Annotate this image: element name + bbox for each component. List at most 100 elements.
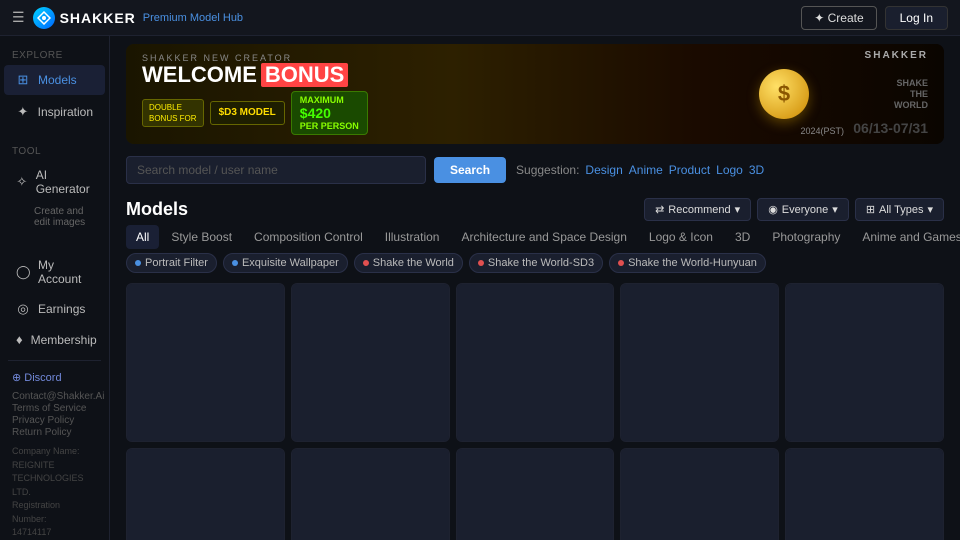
suggestion-product[interactable]: Product [669,163,710,177]
company-name-label: Company Name: [12,445,97,459]
tab-all[interactable]: All [126,225,159,249]
account-icon: ◯ [16,264,30,280]
terms-link[interactable]: Terms of Service [12,403,97,414]
filter-shake-hunyuan[interactable]: Shake the World-Hunyuan [609,253,766,273]
table-row[interactable] [456,283,615,442]
table-row[interactable] [785,283,944,442]
sidebar-item-account-label: My Account [38,258,93,286]
tab-architecture[interactable]: Architecture and Space Design [451,225,636,249]
models-header: Models ⇄ Recommend ▾ ◉ Everyone ▾ ⊞ All … [110,190,960,225]
filter-shake-label: Shake the World [373,257,454,269]
suggestion-anime[interactable]: Anime [629,163,663,177]
login-button[interactable]: Log In [885,6,948,30]
banner-model-pill: $D3 MODEL [210,101,285,125]
tab-3d[interactable]: 3D [725,225,760,249]
main-content: SHAKKER SHAKKER NEW CREATOR WELCOME BONU… [110,36,960,540]
hamburger-icon[interactable]: ☰ [12,9,25,26]
card-image [621,449,778,540]
all-types-label: All Types [879,204,923,216]
logo: SHAKKER Premium Model Hub [33,7,244,29]
banner-welcome-text: WELCOME [142,64,257,86]
company-name: REIGNITE TECHNOLOGIES LTD. [12,459,97,500]
card-image [457,284,614,441]
filter-wallpaper-label: Exquisite Wallpaper [242,257,339,269]
search-button[interactable]: Search [434,157,506,183]
models-controls: ⇄ Recommend ▾ ◉ Everyone ▾ ⊞ All Types ▾ [644,198,944,221]
banner-content: SHAKKER NEW CREATOR WELCOME BONUS DOUBLE… [126,53,384,135]
registration-no: 14714117 [12,526,97,540]
sidebar-item-models-label: Models [38,73,77,87]
tab-photography[interactable]: Photography [762,225,850,249]
search-input[interactable] [126,156,426,184]
recommend-chevron: ▾ [735,203,741,216]
everyone-chevron: ▾ [832,203,838,216]
recommend-button[interactable]: ⇄ Recommend ▾ [644,198,751,221]
topbar: ☰ SHAKKER Premium Model Hub ✦ Create Log… [0,0,960,36]
card-image [292,284,449,441]
tab-style-boost[interactable]: Style Boost [161,225,242,249]
suggestion-logo[interactable]: Logo [716,163,743,177]
tab-anime[interactable]: Anime and Games [852,225,960,249]
logo-sub: Premium Model Hub [143,12,243,24]
person-icon: ◉ [768,203,778,216]
suggestion-3d[interactable]: 3D [749,163,764,177]
all-types-chevron: ▾ [927,203,933,216]
models-icon: ⊞ [16,72,30,88]
sidebar-item-inspiration[interactable]: ✦ Inspiration [4,97,105,127]
sidebar-item-inspiration-label: Inspiration [38,105,93,119]
card-image [786,284,943,441]
table-row[interactable] [785,448,944,540]
table-row[interactable] [126,283,285,442]
footer-info: Company Name: REIGNITE TECHNOLOGIES LTD.… [0,441,109,540]
card-image [621,284,778,441]
table-row[interactable] [620,283,779,442]
models-grid [110,277,960,540]
sidebar-item-membership-label: Membership [31,333,97,347]
tabs-row: All Style Boost Composition Control Illu… [110,225,960,249]
filter-sd3-label: Shake the World-SD3 [488,257,594,269]
table-row[interactable] [291,448,450,540]
filter-shake-world[interactable]: Shake the World [354,253,463,273]
card-image [786,449,943,540]
table-row[interactable] [456,448,615,540]
footer-links: Contact@Shakker.Ai Terms of Service Priv… [0,388,109,441]
suggestion-design[interactable]: Design [585,163,622,177]
membership-icon: ♦ [16,332,23,347]
card-image [127,449,284,540]
layout: Explore ⊞ Models ✦ Inspiration Tool ✧ AI… [0,36,960,540]
table-row[interactable] [291,283,450,442]
filter-wallpaper[interactable]: Exquisite Wallpaper [223,253,348,273]
everyone-button[interactable]: ◉ Everyone ▾ [757,198,849,221]
sliders-icon: ⇄ [655,203,664,216]
privacy-link[interactable]: Privacy Policy [12,415,97,426]
table-row[interactable] [126,448,285,540]
banner-shakker-logo: SHAKKER [865,50,928,61]
sidebar-item-ai-generator[interactable]: ✧ AI Generator [4,161,105,203]
filter-portrait[interactable]: Portrait Filter [126,253,217,273]
filter-shake-sd3[interactable]: Shake the World-SD3 [469,253,603,273]
discord-link[interactable]: ⊕ Discord [0,367,109,388]
banner[interactable]: SHAKKER SHAKKER NEW CREATOR WELCOME BONU… [126,44,944,144]
tab-composition[interactable]: Composition Control [244,225,373,249]
banner-date: 06/13-07/31 [853,120,928,136]
create-button[interactable]: ✦ Create [801,6,876,30]
sidebar-item-my-account[interactable]: ◯ My Account [4,251,105,293]
earnings-icon: ◎ [16,301,30,317]
all-types-button[interactable]: ⊞ All Types ▾ [855,198,944,221]
discord-icon: ⊕ [12,372,24,384]
suggestion-label: Suggestion: [516,163,579,177]
sidebar-item-earnings[interactable]: ◎ Earnings [4,294,105,324]
card-image [457,449,614,540]
grid-icon: ⊞ [866,203,875,216]
contact-link[interactable]: Contact@Shakker.Ai [12,391,97,402]
table-row[interactable] [620,448,779,540]
sidebar: Explore ⊞ Models ✦ Inspiration Tool ✧ AI… [0,36,110,540]
tab-illustration[interactable]: Illustration [375,225,450,249]
discord-label: Discord [24,372,61,384]
return-link[interactable]: Return Policy [12,427,97,438]
sidebar-item-models[interactable]: ⊞ Models [4,65,105,95]
sidebar-item-membership[interactable]: ♦ Membership [4,325,105,354]
tab-logo[interactable]: Logo & Icon [639,225,723,249]
logo-text: SHAKKER [60,10,136,26]
logo-icon [33,7,55,29]
